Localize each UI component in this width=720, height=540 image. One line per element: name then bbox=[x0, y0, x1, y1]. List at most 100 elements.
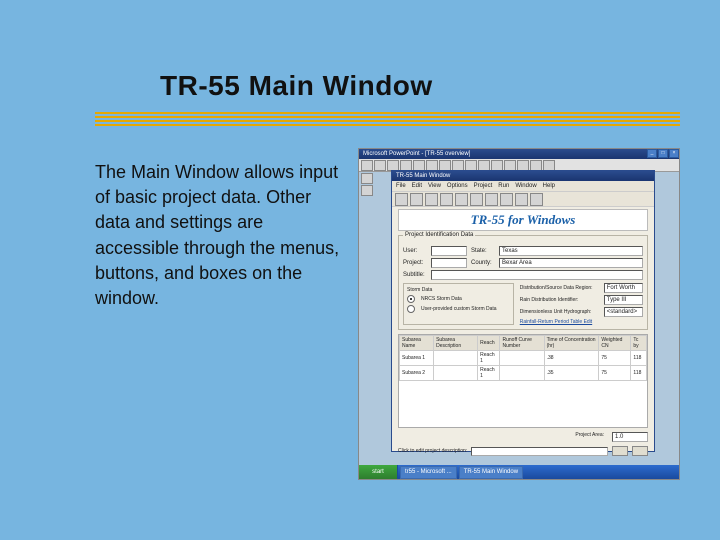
state-field[interactable]: Texas bbox=[499, 246, 643, 256]
col-desc[interactable]: Subarea Description bbox=[434, 336, 478, 351]
chart-icon[interactable] bbox=[515, 193, 528, 206]
cell[interactable]: Subarea 2 bbox=[400, 366, 434, 381]
table-row[interactable]: Subarea 1 Reach 1 .38 75 118 bbox=[400, 351, 647, 366]
minimize-icon[interactable]: _ bbox=[647, 149, 657, 158]
county-label: County: bbox=[471, 260, 495, 266]
new-icon[interactable] bbox=[395, 193, 408, 206]
cell[interactable]: .38 bbox=[544, 351, 599, 366]
storm-group-label: Storm Data bbox=[407, 287, 510, 293]
toolbar-button[interactable] bbox=[504, 160, 516, 171]
cell[interactable] bbox=[434, 366, 478, 381]
toolbar-button[interactable] bbox=[478, 160, 490, 171]
taskbar-item[interactable]: TR-55 Main Window bbox=[459, 466, 523, 479]
taskbar-item[interactable]: tr55 - Microsoft ... bbox=[400, 466, 457, 479]
project-desc-field[interactable] bbox=[471, 447, 608, 456]
subwin-titlebar: TR-55 Main Window bbox=[392, 171, 654, 181]
start-button[interactable]: start bbox=[359, 465, 398, 479]
toolbar-button[interactable] bbox=[530, 160, 542, 171]
project-desc-label: Click to edit project description: bbox=[398, 448, 467, 454]
slide-title: TR-55 Main Window bbox=[160, 70, 433, 102]
copy-icon[interactable] bbox=[470, 193, 483, 206]
toolbar-button[interactable] bbox=[439, 160, 451, 171]
group-label: Project Identification Data bbox=[403, 232, 475, 238]
col-name[interactable]: Subarea Name bbox=[400, 336, 434, 351]
app-banner: TR-55 for Windows bbox=[398, 209, 648, 231]
project-area-label: Project Area: bbox=[575, 432, 604, 442]
toolbar-button[interactable] bbox=[400, 160, 412, 171]
menu-options[interactable]: Options bbox=[447, 183, 468, 189]
menu-run[interactable]: Run bbox=[498, 183, 509, 189]
paste-icon[interactable] bbox=[485, 193, 498, 206]
dim-field[interactable]: <standard> bbox=[604, 307, 643, 317]
close-icon[interactable]: × bbox=[669, 149, 679, 158]
storm-data-group: Storm Data NRCS Storm Data User-provided… bbox=[403, 283, 514, 325]
browse-button[interactable] bbox=[632, 446, 648, 456]
browse-button[interactable] bbox=[612, 446, 628, 456]
toolbar-button[interactable] bbox=[387, 160, 399, 171]
toolbar-button[interactable] bbox=[452, 160, 464, 171]
menu-edit[interactable]: Edit bbox=[412, 183, 422, 189]
windows-taskbar: start tr55 - Microsoft ... TR-55 Main Wi… bbox=[359, 465, 679, 479]
col-wcn[interactable]: Weighted CN bbox=[599, 336, 631, 351]
toolbar-button[interactable] bbox=[517, 160, 529, 171]
subtitle-field[interactable] bbox=[431, 270, 643, 280]
save-icon[interactable] bbox=[425, 193, 438, 206]
cell[interactable]: Reach 1 bbox=[478, 351, 500, 366]
col-tc[interactable]: Time of Concentration (hr) bbox=[544, 336, 599, 351]
run-icon[interactable] bbox=[500, 193, 513, 206]
cell[interactable]: 75 bbox=[599, 351, 631, 366]
project-area-field[interactable]: 1.0 bbox=[612, 432, 648, 442]
project-field[interactable] bbox=[431, 258, 467, 268]
cell[interactable]: 75 bbox=[599, 366, 631, 381]
cell[interactable]: 118 bbox=[631, 351, 647, 366]
thumbnail[interactable] bbox=[361, 185, 373, 196]
menu-help[interactable]: Help bbox=[543, 183, 555, 189]
toolbar-button[interactable] bbox=[374, 160, 386, 171]
window-controls: _ □ × bbox=[647, 149, 679, 159]
menu-view[interactable]: View bbox=[428, 183, 441, 189]
project-id-group: Project Identification Data User: State:… bbox=[398, 235, 648, 330]
parent-window-titlebar: Microsoft PowerPoint - [TR-55 overview] … bbox=[359, 149, 679, 159]
slide-thumbnails bbox=[361, 173, 387, 197]
user-field[interactable] bbox=[431, 246, 467, 256]
cell[interactable] bbox=[500, 351, 544, 366]
menu-project[interactable]: Project bbox=[474, 183, 493, 189]
rain-dist-label: Rain Distribution Identifier: bbox=[520, 297, 600, 303]
toolbar-button[interactable] bbox=[465, 160, 477, 171]
maximize-icon[interactable]: □ bbox=[658, 149, 668, 158]
cell[interactable]: Subarea 1 bbox=[400, 351, 434, 366]
data-source-field[interactable]: Fort Worth bbox=[604, 283, 643, 293]
menu-file[interactable]: File bbox=[396, 183, 406, 189]
toolbar-button[interactable] bbox=[543, 160, 555, 171]
toolbar-button[interactable] bbox=[413, 160, 425, 171]
cell[interactable] bbox=[500, 366, 544, 381]
cut-icon[interactable] bbox=[455, 193, 468, 206]
tr55-main-window: TR-55 Main Window File Edit View Options… bbox=[391, 170, 655, 452]
col-tcby[interactable]: Tc by bbox=[631, 336, 647, 351]
cell[interactable]: .35 bbox=[544, 366, 599, 381]
open-icon[interactable] bbox=[410, 193, 423, 206]
subtitle-label: Subtitle: bbox=[403, 272, 427, 278]
state-label: State: bbox=[471, 248, 495, 254]
rain-dist-field[interactable]: Type III bbox=[604, 295, 643, 305]
custom-radio[interactable] bbox=[407, 305, 415, 313]
help-icon[interactable] bbox=[530, 193, 543, 206]
toolbar-button[interactable] bbox=[491, 160, 503, 171]
toolbar-button[interactable] bbox=[361, 160, 373, 171]
project-label: Project: bbox=[403, 260, 427, 266]
cell[interactable]: Reach 1 bbox=[478, 366, 500, 381]
menu-bar: File Edit View Options Project Run Windo… bbox=[392, 181, 654, 192]
rainfall-table-link[interactable]: Rainfall-Return Period Table Edit bbox=[520, 319, 643, 325]
nrcs-radio[interactable] bbox=[407, 295, 415, 303]
cell[interactable]: 118 bbox=[631, 366, 647, 381]
cell[interactable] bbox=[434, 351, 478, 366]
menu-window[interactable]: Window bbox=[515, 183, 536, 189]
toolbar-button[interactable] bbox=[426, 160, 438, 171]
parent-window-title: Microsoft PowerPoint - [TR-55 overview] bbox=[363, 149, 470, 159]
table-row[interactable]: Subarea 2 Reach 1 .35 75 118 bbox=[400, 366, 647, 381]
thumbnail[interactable] bbox=[361, 173, 373, 184]
print-icon[interactable] bbox=[440, 193, 453, 206]
col-reach[interactable]: Reach bbox=[478, 336, 500, 351]
county-field[interactable]: Bexar Area bbox=[499, 258, 643, 268]
col-rcn[interactable]: Runoff Curve Number bbox=[500, 336, 544, 351]
